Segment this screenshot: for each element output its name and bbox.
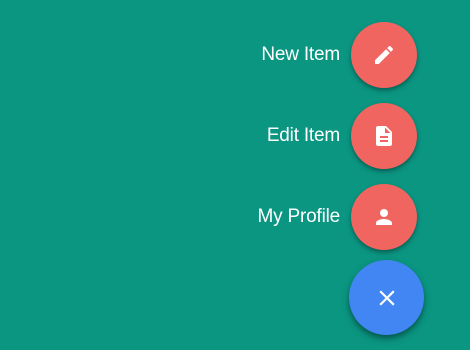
speed-dial-toggle-button[interactable] [349,260,424,335]
speed-dial-item-edit-item[interactable]: Edit Item [267,103,417,169]
edit-item-button[interactable] [351,103,417,169]
pencil-icon [375,45,394,64]
close-icon [378,289,395,306]
edit-item-label: Edit Item [266,125,340,146]
new-item-label: New Item [261,44,340,65]
my-profile-button[interactable] [351,184,417,250]
speed-dial-canvas: New Item Edit Item My Profile [0,0,470,350]
new-item-button[interactable] [351,22,417,88]
my-profile-label: My Profile [257,206,341,227]
document-icon [376,126,392,146]
speed-dial-item-my-profile[interactable]: My Profile [258,184,417,250]
speed-dial-item-new-item[interactable]: New Item [261,22,417,88]
person-icon [376,209,392,225]
